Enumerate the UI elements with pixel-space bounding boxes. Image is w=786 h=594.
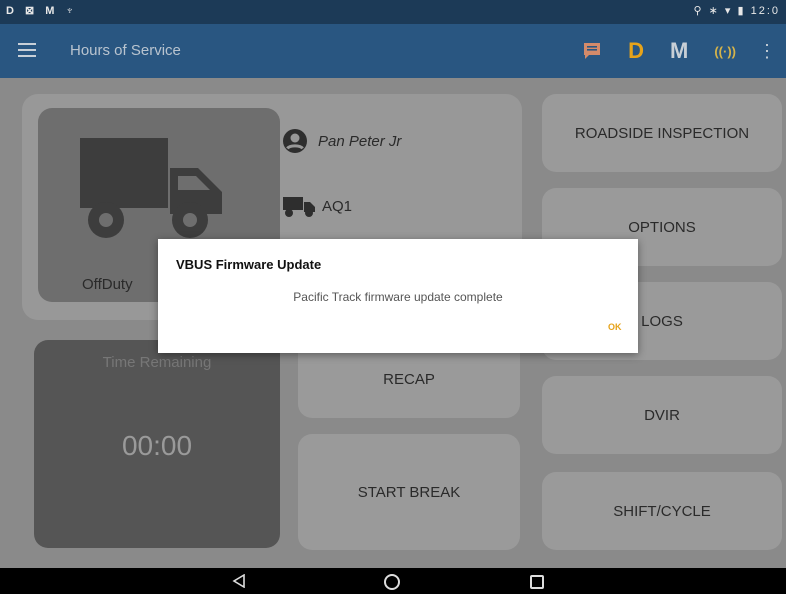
vehicle-row: AQ1 bbox=[282, 194, 352, 218]
time-remaining-value: 00:00 bbox=[121, 430, 193, 461]
time-remaining-tile: Time Remaining 00:00 bbox=[34, 340, 280, 548]
shift-cycle-button[interactable]: SHIFT/CYCLE bbox=[542, 472, 782, 550]
person-icon bbox=[283, 129, 307, 153]
vehicle-id: AQ1 bbox=[322, 197, 353, 215]
vehicle-icon bbox=[283, 197, 315, 217]
driver-name: Pan Peter Jr bbox=[318, 132, 402, 150]
driver-row: Pan Peter Jr bbox=[282, 128, 401, 154]
overflow-menu-icon[interactable]: ⋮ bbox=[758, 41, 776, 62]
start-break-button[interactable]: START BREAK bbox=[298, 434, 520, 550]
d-status-button[interactable]: D bbox=[628, 38, 644, 64]
app-bar: Hours of Service D M ((·)) ⋮ bbox=[0, 24, 786, 78]
app-title: Hours of Service bbox=[70, 42, 181, 59]
app-actions: D M ((·)) ⋮ bbox=[556, 34, 780, 68]
home-icon[interactable] bbox=[384, 574, 400, 590]
dvir-button[interactable]: DVIR bbox=[542, 376, 782, 454]
antenna-icon[interactable]: ((·)) bbox=[714, 44, 736, 59]
time-remaining-label: Time Remaining bbox=[102, 354, 212, 371]
duty-status-label: OffDuty bbox=[82, 276, 133, 293]
dialog-message: Pacific Track firmware update complete bbox=[293, 290, 503, 304]
menu-icon[interactable] bbox=[18, 39, 36, 59]
roadside-inspection-button[interactable]: ROADSIDE INSPECTION bbox=[542, 94, 782, 172]
firmware-update-dialog: VBUS Firmware Update Pacific Track firmw… bbox=[158, 239, 638, 353]
status-bar: D ⊠ M ♆ ⚲ ∗ ▾ ▮ 12:0 bbox=[0, 0, 786, 24]
navigation-bar bbox=[0, 568, 786, 594]
back-icon[interactable] bbox=[232, 574, 246, 588]
recents-icon[interactable] bbox=[530, 575, 544, 589]
status-system-info: ⚲ ∗ ▾ ▮ 12:0 bbox=[693, 5, 780, 17]
message-icon[interactable] bbox=[582, 41, 602, 61]
m-status-button[interactable]: M bbox=[670, 38, 688, 64]
truck-icon bbox=[80, 138, 222, 238]
dialog-title: VBUS Firmware Update bbox=[176, 257, 322, 272]
status-notifications: D ⊠ M ♆ bbox=[6, 5, 78, 17]
dialog-ok-button[interactable]: OK bbox=[608, 322, 622, 332]
